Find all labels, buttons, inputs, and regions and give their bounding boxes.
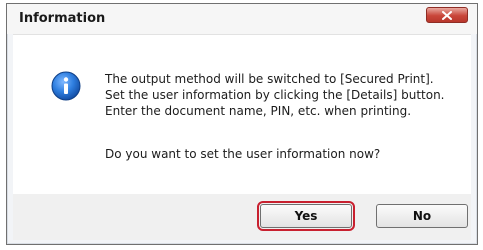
dialog-window: Information The output method will be sw… [6,3,478,245]
yes-button[interactable]: Yes [257,201,355,231]
close-button[interactable] [426,7,468,23]
title-bar[interactable]: Information [7,4,477,34]
button-bar: Yes No [13,194,471,240]
message-line: Set the user information by clicking the… [105,88,445,102]
no-button[interactable]: No [376,204,468,228]
close-icon [442,11,452,20]
info-icon [51,71,81,101]
message-line: The output method will be switched to [S… [105,72,434,86]
dialog-content: The output method will be switched to [S… [13,34,471,195]
question-text: Do you want to set the user information … [105,147,381,161]
message-text: The output method will be switched to [S… [105,71,445,119]
message-line: Enter the document name, PIN, etc. when … [105,104,412,118]
dialog-title: Information [19,11,106,26]
